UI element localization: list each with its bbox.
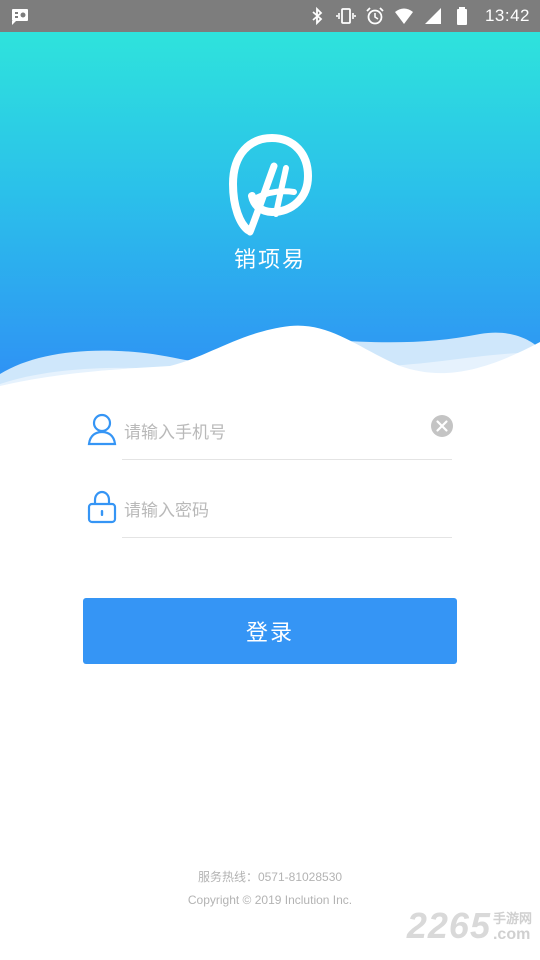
status-time: 13:42 (484, 6, 530, 25)
wave-decoration (0, 325, 540, 390)
watermark: 2265 手游网 .com (407, 905, 532, 947)
phone-underline (122, 459, 452, 460)
watermark-com: .com (492, 926, 531, 943)
lock-icon (87, 490, 117, 524)
signal-icon (424, 8, 441, 24)
login-button[interactable]: 登录 (83, 598, 457, 664)
battery-icon (456, 7, 467, 25)
bluetooth-icon (312, 6, 323, 26)
service-hotline: 服务热线：0571-81028530 (197, 870, 343, 884)
phone-input[interactable] (124, 418, 414, 448)
phone-field (84, 402, 454, 462)
password-input[interactable] (124, 496, 414, 526)
user-icon (87, 413, 117, 446)
watermark-number: 2265 (406, 905, 491, 946)
hero-banner: 销项易 (0, 32, 540, 390)
password-field (84, 480, 454, 540)
vibrate-icon (336, 8, 356, 24)
watermark-cn: 手游网 (492, 911, 532, 926)
password-underline (122, 537, 452, 538)
alarm-icon (366, 7, 384, 25)
app-logo-icon (228, 133, 312, 236)
app-name: 销项易 (233, 248, 306, 273)
status-bar: 13:42 (0, 0, 540, 32)
wifi-icon (394, 8, 413, 24)
notification-icon (12, 9, 28, 25)
clear-icon[interactable] (430, 414, 454, 438)
